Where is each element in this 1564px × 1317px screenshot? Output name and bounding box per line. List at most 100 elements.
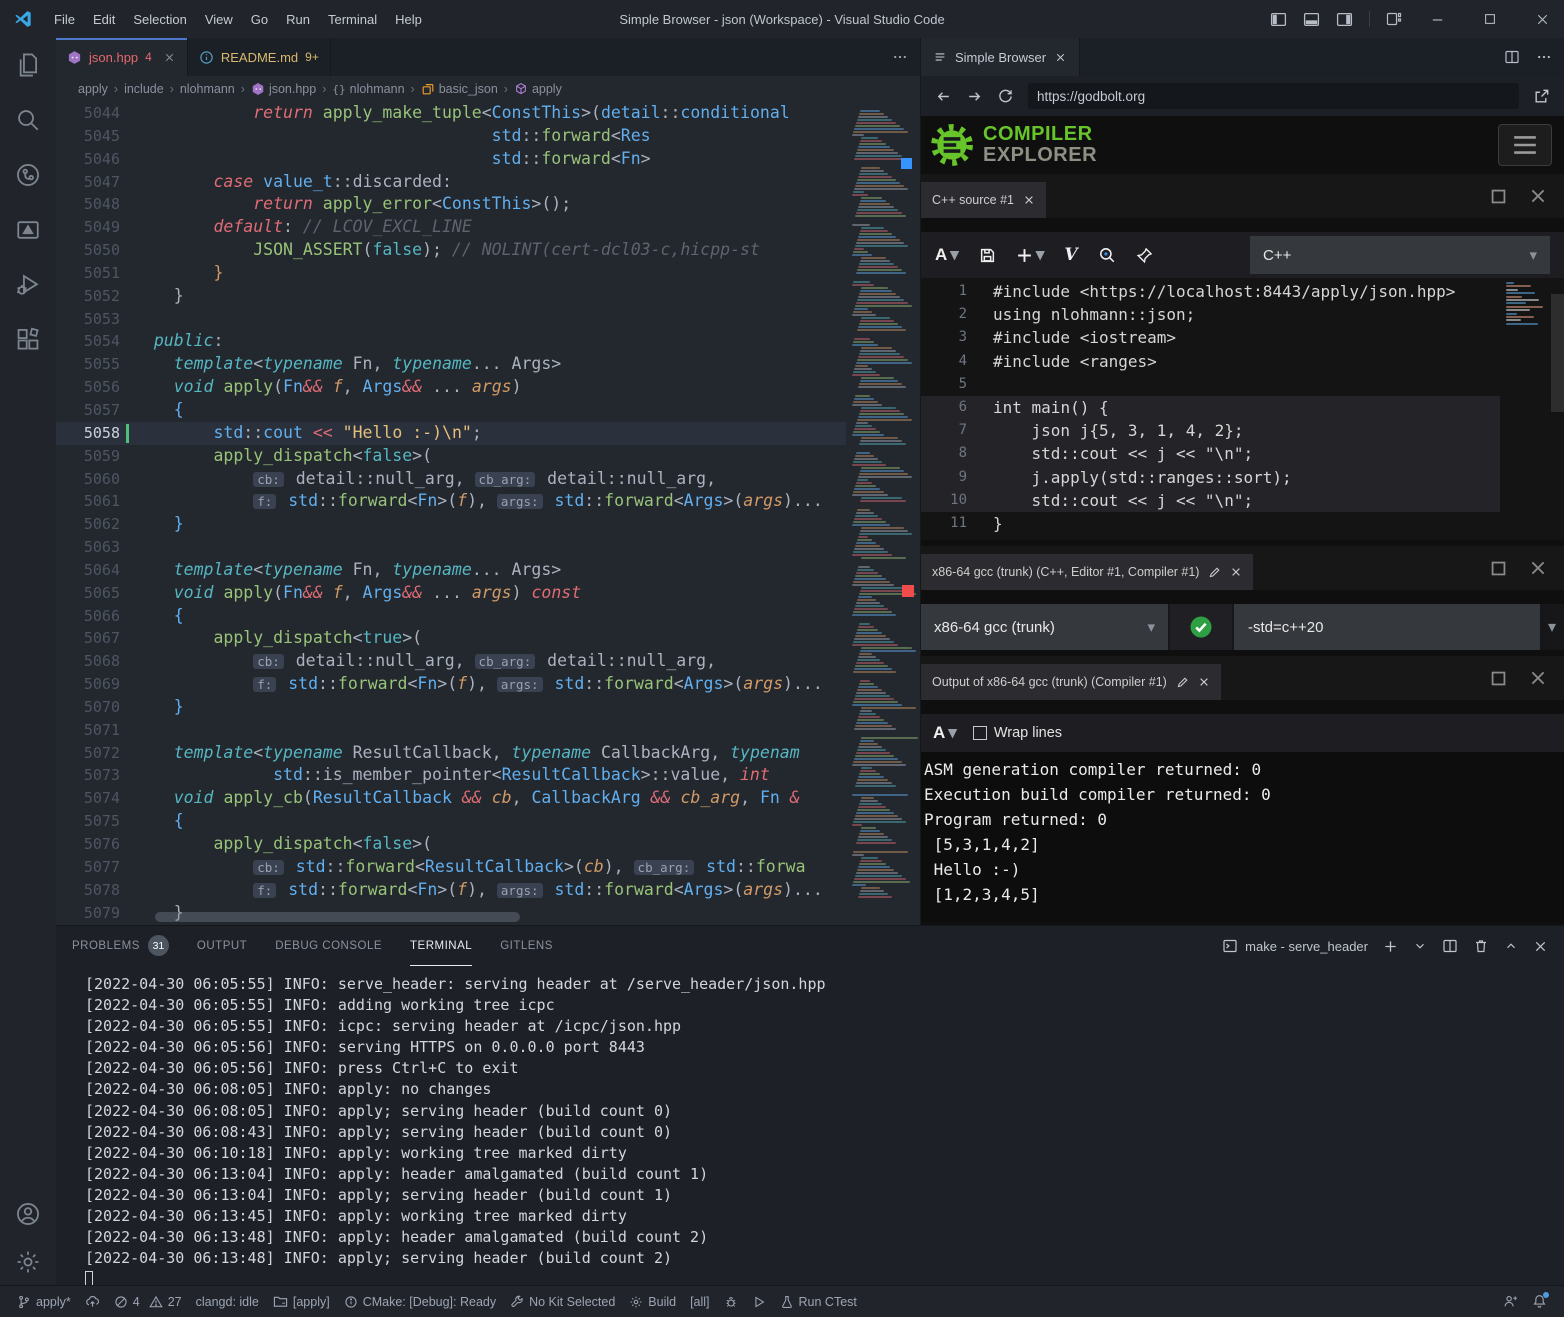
debug-item[interactable] <box>717 1286 745 1317</box>
menu-item-view[interactable]: View <box>196 8 242 31</box>
customize-layout-icon[interactable] <box>1386 11 1402 27</box>
new-terminal-icon[interactable] <box>1383 939 1398 954</box>
vim-mode-icon[interactable]: V <box>1064 245 1077 265</box>
ctest-item[interactable]: Run CTest <box>773 1286 864 1317</box>
wrap-lines-checkbox[interactable]: Wrap lines <box>973 725 1062 741</box>
close-pane-icon[interactable] <box>1528 668 1548 688</box>
rename-pencil-icon[interactable] <box>1176 676 1189 689</box>
add-pane-icon[interactable]: ▾ <box>1016 245 1045 265</box>
more-actions-icon[interactable] <box>1536 49 1552 65</box>
toggle-panel-icon[interactable] <box>1303 11 1320 28</box>
ce-scrollbar[interactable] <box>1551 294 1564 412</box>
breadcrumb-item-basic_json[interactable]: basic_json <box>421 82 498 96</box>
code-editor[interactable]: 5044 return apply_make_tuple<ConstThis>(… <box>56 102 920 925</box>
language-select[interactable]: C++ ▾ <box>1250 236 1550 274</box>
menu-item-file[interactable]: File <box>45 8 84 31</box>
tab-simple-browser[interactable]: Simple Browser <box>921 38 1080 76</box>
cmake-status-item[interactable]: CMake: [Debug]: Ready <box>337 1286 503 1317</box>
build-item[interactable]: Build <box>622 1286 683 1317</box>
menu-item-terminal[interactable]: Terminal <box>319 8 386 31</box>
terminal-dropdown-icon[interactable] <box>1413 939 1427 953</box>
tab-close-icon[interactable] <box>1054 51 1067 64</box>
pin-icon[interactable] <box>1136 247 1153 264</box>
save-icon[interactable] <box>979 247 996 264</box>
panel-tab-debug-console[interactable]: DEBUG CONSOLE <box>275 926 382 966</box>
tab-json-hpp[interactable]: json.hpp 4 <box>56 38 188 76</box>
output-pane-tab[interactable]: Output of x86-64 gcc (trunk) (Compiler #… <box>921 664 1221 700</box>
close-icon[interactable] <box>1023 194 1035 206</box>
breadcrumb-item-nlohmann[interactable]: nlohmann <box>180 82 235 96</box>
toggle-secondary-sidebar-icon[interactable] <box>1336 11 1353 28</box>
close-pane-icon[interactable] <box>1528 186 1548 206</box>
font-size-icon[interactable]: A▾ <box>933 723 957 743</box>
close-icon[interactable] <box>1230 566 1242 578</box>
more-actions-icon[interactable] <box>892 49 908 65</box>
window-minimize-icon[interactable] <box>1430 12 1445 27</box>
compiler-pane-tab[interactable]: x86-64 gcc (trunk) (C++, Editor #1, Comp… <box>921 554 1253 590</box>
breadcrumb-item-json.hpp[interactable]: json.hpp <box>251 82 316 96</box>
menu-item-selection[interactable]: Selection <box>124 8 195 31</box>
open-external-icon[interactable] <box>1533 88 1550 105</box>
menu-item-run[interactable]: Run <box>277 8 319 31</box>
close-icon[interactable] <box>1198 676 1210 688</box>
compiler-options-input[interactable]: -std=c++20 <box>1234 604 1540 650</box>
build-target-item[interactable]: [all] <box>683 1286 716 1317</box>
ce-source-editor[interactable]: 1#include <https://localhost:8443/apply/… <box>921 278 1564 540</box>
panel-tab-problems[interactable]: PROBLEMS31 <box>72 926 169 966</box>
url-input[interactable]: https://godbolt.org <box>1028 83 1519 109</box>
options-dropdown-icon[interactable]: ▾ <box>1540 604 1564 650</box>
source-control-icon[interactable] <box>15 162 41 188</box>
breadcrumb-item-apply[interactable]: apply <box>514 82 562 96</box>
kit-item[interactable]: No Kit Selected <box>503 1286 622 1317</box>
back-icon[interactable] <box>935 88 952 105</box>
menu-item-go[interactable]: Go <box>242 8 277 31</box>
run-and-debug-icon[interactable] <box>15 272 41 298</box>
breadcrumb-item-apply[interactable]: apply <box>78 82 108 96</box>
reload-icon[interactable] <box>997 88 1014 105</box>
notifications-item[interactable] <box>1525 1294 1554 1309</box>
feedback-item[interactable] <box>1496 1294 1525 1309</box>
compiler-explorer-logo-icon[interactable] <box>929 122 975 168</box>
rename-pencil-icon[interactable] <box>1208 566 1221 579</box>
maximize-pane-icon[interactable] <box>1489 559 1508 578</box>
maximize-panel-icon[interactable] <box>1504 939 1518 953</box>
hamburger-menu-icon[interactable] <box>1498 124 1552 166</box>
account-icon[interactable] <box>15 1201 41 1227</box>
maximize-pane-icon[interactable] <box>1489 669 1508 688</box>
cmake-folder-item[interactable]: [apply] <box>266 1286 337 1317</box>
toggle-primary-sidebar-icon[interactable] <box>1270 11 1287 28</box>
compiler-select[interactable]: x86-64 gcc (trunk) ▾ <box>921 604 1168 650</box>
extensions-icon[interactable] <box>15 327 41 353</box>
publish-item[interactable] <box>78 1286 107 1317</box>
source-pane-tab[interactable]: C++ source #1 <box>921 182 1046 218</box>
kill-terminal-icon[interactable] <box>1473 938 1489 954</box>
close-pane-icon[interactable] <box>1528 558 1548 578</box>
split-terminal-icon[interactable] <box>1442 938 1458 954</box>
split-editor-icon[interactable] <box>1504 49 1520 65</box>
tab-close-icon[interactable] <box>163 51 176 64</box>
explorer-icon[interactable] <box>15 52 41 78</box>
clangd-status-item[interactable]: clangd: idle <box>189 1286 266 1317</box>
breadcrumb-item-nlohmann[interactable]: {}nlohmann <box>332 82 404 96</box>
maximize-pane-icon[interactable] <box>1489 187 1508 206</box>
search-icon[interactable] <box>15 107 41 133</box>
font-size-icon[interactable]: A▾ <box>935 245 959 265</box>
menu-item-help[interactable]: Help <box>386 8 431 31</box>
git-branch-item[interactable]: apply* <box>10 1286 78 1317</box>
panel-tab-output[interactable]: OUTPUT <box>197 926 247 966</box>
terminal-instance-select[interactable]: make - serve_header <box>1222 938 1368 954</box>
close-panel-icon[interactable] <box>1533 939 1548 954</box>
cmake-icon[interactable] <box>15 217 41 243</box>
horizontal-scrollbar[interactable] <box>155 912 520 922</box>
forward-icon[interactable] <box>966 88 983 105</box>
window-close-icon[interactable] <box>1535 12 1550 27</box>
settings-gear-icon[interactable] <box>15 1249 41 1275</box>
terminal-output[interactable]: [2022-04-30 06:05:55] INFO: serve_header… <box>56 966 1564 1290</box>
menu-item-edit[interactable]: Edit <box>84 8 124 31</box>
window-maximize-icon[interactable] <box>1483 12 1497 26</box>
minimap[interactable] <box>848 102 920 911</box>
tab-readme-md[interactable]: README.md 9+ <box>188 38 331 76</box>
panel-tab-gitlens[interactable]: GITLENS <box>500 926 553 966</box>
panel-tab-terminal[interactable]: TERMINAL <box>410 926 472 966</box>
zoom-icon[interactable] <box>1098 246 1116 264</box>
